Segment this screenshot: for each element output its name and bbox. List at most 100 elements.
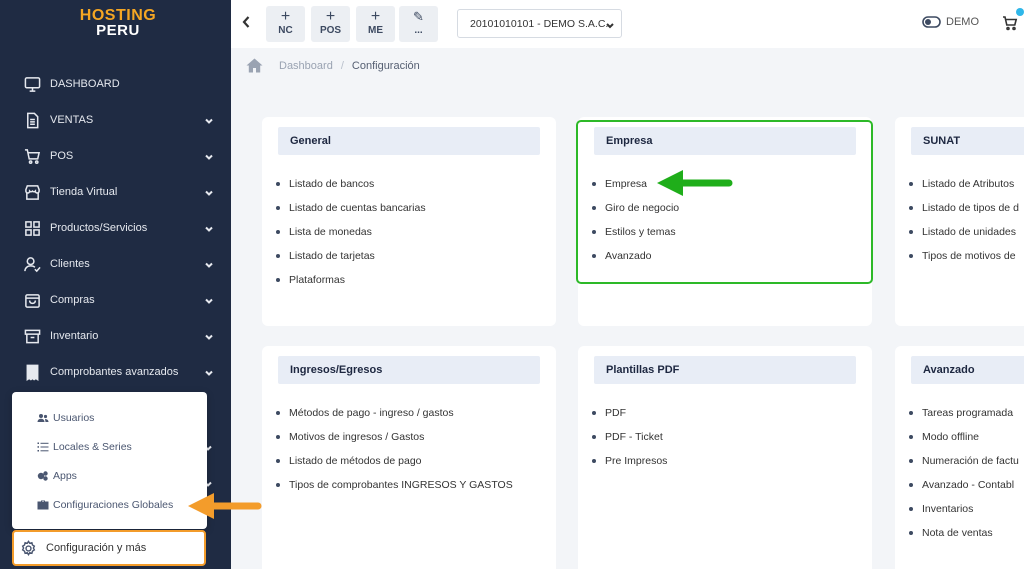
settings-popup-menu: Usuarios Locales & Series Apps Configura… — [12, 392, 207, 529]
list-item[interactable]: Plataformas — [276, 268, 426, 292]
sidebar-item-clientes[interactable]: Clientes — [0, 246, 231, 282]
sidebar-item-compras[interactable]: Compras — [0, 282, 231, 318]
cart-icon — [23, 147, 41, 165]
chevron-down-icon — [205, 296, 213, 304]
breadcrumb-separator: / — [340, 59, 344, 72]
list-item[interactable]: Listado de métodos de pago — [276, 449, 513, 473]
list-item[interactable]: Motivos de ingresos / Gastos — [276, 425, 513, 449]
popup-item-label: Usuarios — [53, 412, 95, 424]
sidebar-item-label: Tienda Virtual — [50, 186, 118, 198]
brand-logo[interactable]: HOSTING PERU — [78, 8, 158, 39]
configuracion-label: Configuración y más — [46, 542, 147, 554]
popup-item-label: Configuraciones Globales — [53, 499, 174, 511]
card-title: General — [278, 127, 540, 155]
empresa-highlight-box — [576, 120, 873, 284]
document-icon — [23, 111, 41, 129]
popup-item-locales-series[interactable]: Locales & Series — [37, 441, 132, 453]
company-select[interactable]: 20101010101 - DEMO S.A.C. — [457, 9, 622, 38]
card-title: Ingresos/Egresos — [278, 356, 540, 384]
button-label: ... — [414, 25, 423, 36]
list-item[interactable]: Listado de cuentas bancarias — [276, 196, 426, 220]
list-item[interactable]: Listado de tipos de d — [909, 196, 1019, 220]
logo-line2: PERU — [96, 22, 140, 39]
edit-more-button[interactable]: ✎ ... — [399, 6, 438, 42]
list-item[interactable]: Numeración de factu — [909, 449, 1019, 473]
sidebar-item-label: POS — [50, 150, 74, 162]
archive-icon — [23, 327, 41, 345]
card-title: SUNAT — [911, 127, 1024, 155]
sidebar-item-inventario[interactable]: Inventario — [0, 318, 231, 354]
card-list: Listado de bancos Listado de cuentas ban… — [276, 172, 426, 292]
monitor-icon — [23, 75, 41, 93]
receipt-icon — [23, 363, 41, 381]
chevron-down-icon — [205, 188, 213, 196]
pencil-icon: ✎ — [413, 9, 424, 24]
card-general: General Listado de bancos Listado de cue… — [262, 117, 556, 326]
collapse-sidebar-button[interactable] — [241, 15, 253, 31]
breadcrumb-dashboard[interactable]: Dashboard — [279, 60, 333, 72]
sidebar-item-label: DASHBOARD — [50, 78, 120, 90]
list-item[interactable]: Avanzado - Contabl — [909, 473, 1019, 497]
list-item[interactable]: Pre Impresos — [592, 449, 667, 473]
cart-button[interactable] — [1002, 15, 1018, 31]
breadcrumb-current: Configuración — [351, 59, 420, 72]
top-bar: + NC + POS + ME ✎ ... 20101010101 - DEMO… — [231, 0, 1024, 48]
sidebar-item-dashboard[interactable]: DASHBOARD — [0, 66, 231, 102]
demo-mode-toggle[interactable]: DEMO — [922, 16, 979, 28]
list-item[interactable]: Nota de ventas — [909, 521, 1019, 545]
cart-icon — [1003, 16, 1018, 31]
demo-label: DEMO — [946, 16, 979, 28]
list-item[interactable]: Listado de unidades — [909, 220, 1019, 244]
list-item[interactable]: Listado de Atributos — [909, 172, 1019, 196]
list-item[interactable]: Inventarios — [909, 497, 1019, 521]
list-item[interactable]: Lista de monedas — [276, 220, 426, 244]
sidebar-item-ventas[interactable]: VENTAS — [0, 102, 231, 138]
list-item[interactable]: PDF — [592, 401, 667, 425]
card-title: Plantillas PDF — [594, 356, 856, 384]
popup-item-usuarios[interactable]: Usuarios — [37, 412, 94, 424]
button-label: ME — [368, 25, 383, 36]
popup-item-apps[interactable]: Apps — [37, 470, 77, 482]
sidebar-item-label: Productos/Servicios — [50, 222, 148, 234]
popup-item-label: Locales & Series — [53, 441, 132, 453]
list-item[interactable]: Métodos de pago - ingreso / gastos — [276, 401, 513, 425]
sidebar-item-label: Inventario — [50, 330, 99, 342]
chevron-left-icon — [242, 16, 250, 28]
sidebar-item-label: Compras — [50, 294, 95, 306]
plus-icon: + — [325, 8, 336, 25]
sidebar-nav: DASHBOARD VENTAS POS Tienda Virtual Prod… — [0, 66, 231, 390]
list-item[interactable]: Modo offline — [909, 425, 1019, 449]
list-item[interactable]: Listado de tarjetas — [276, 244, 426, 268]
home-icon[interactable] — [246, 58, 263, 73]
breadcrumb: Dashboard / Configuración — [246, 58, 420, 73]
list-item[interactable]: Tipos de motivos de — [909, 244, 1019, 268]
card-ingresos-egresos: Ingresos/Egresos Métodos de pago - ingre… — [262, 346, 556, 569]
popup-item-configuraciones-globales[interactable]: Configuraciones Globales — [37, 499, 173, 511]
sidebar-item-label: Comprobantes avanzados — [50, 366, 179, 378]
sidebar-item-productos[interactable]: Productos/Servicios — [0, 210, 231, 246]
new-pos-button[interactable]: + POS — [311, 6, 350, 42]
new-nc-button[interactable]: + NC — [266, 6, 305, 42]
new-me-button[interactable]: + ME — [356, 6, 395, 42]
toggle-icon — [922, 16, 941, 28]
list-item[interactable]: Tipos de comprobantes INGRESOS Y GASTOS — [276, 473, 513, 497]
list-icon — [37, 442, 49, 452]
card-avanzado: Avanzado Tareas programada Modo offline … — [895, 346, 1024, 569]
chevron-down-icon — [205, 224, 213, 232]
chevron-down-icon — [205, 152, 213, 160]
sidebar-item-pos[interactable]: POS — [0, 138, 231, 174]
card-sunat: SUNAT Listado de Atributos Listado de ti… — [895, 117, 1024, 326]
sidebar-item-tienda-virtual[interactable]: Tienda Virtual — [0, 174, 231, 210]
plus-icon: + — [280, 8, 291, 25]
configuracion-button[interactable]: Configuración y más — [12, 530, 206, 566]
list-item[interactable]: Tareas programada — [909, 401, 1019, 425]
chevron-down-icon — [606, 20, 615, 29]
green-arrow-annotation — [657, 170, 733, 196]
list-item[interactable]: PDF - Ticket — [592, 425, 667, 449]
sidebar-item-comprobantes[interactable]: Comprobantes avanzados — [0, 354, 231, 390]
apps-icon — [37, 471, 48, 481]
list-item[interactable]: Listado de bancos — [276, 172, 426, 196]
button-label: POS — [319, 25, 342, 36]
card-list: PDF PDF - Ticket Pre Impresos — [592, 401, 667, 473]
orange-arrow-annotation — [188, 493, 262, 519]
